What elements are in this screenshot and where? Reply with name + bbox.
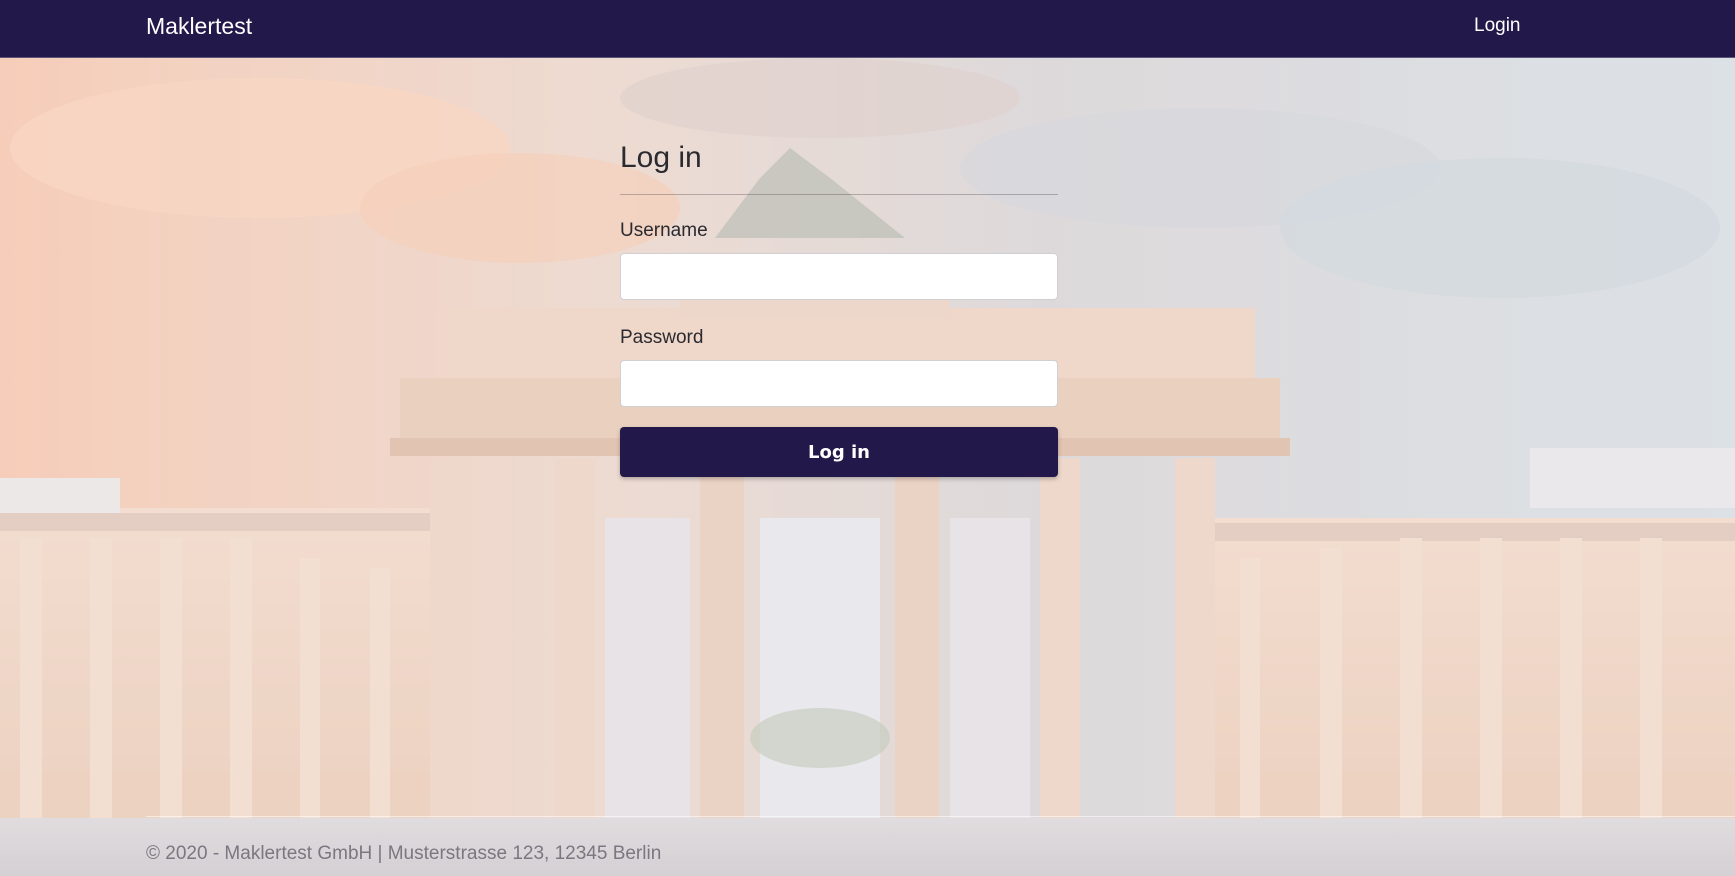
password-label: Password (620, 327, 704, 348)
brand-link[interactable]: Maklertest (146, 12, 252, 40)
footer-copyright: © 2020 - Maklertest GmbH | Musterstrasse… (146, 843, 662, 864)
page-title: Log in (620, 141, 702, 174)
top-navbar: Maklertest Login (0, 0, 1735, 58)
title-divider (620, 194, 1058, 195)
username-input[interactable] (620, 253, 1058, 300)
login-submit-button[interactable]: Log in (620, 427, 1058, 477)
login-form: Log in Username Password Log in (620, 130, 1058, 477)
username-label: Username (620, 220, 708, 241)
footer-divider (146, 816, 1735, 817)
password-input[interactable] (620, 360, 1058, 407)
nav-login-link[interactable]: Login (1474, 14, 1521, 38)
